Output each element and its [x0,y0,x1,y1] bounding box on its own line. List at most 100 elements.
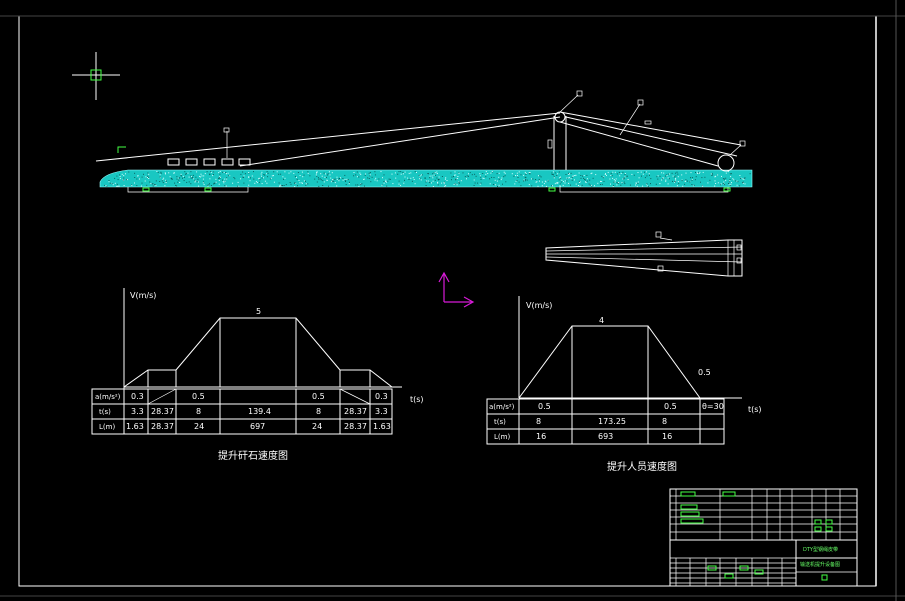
ground-speckle [402,171,404,173]
ground-speckle [159,176,161,178]
right-cell: 16 [662,432,672,441]
ground-speckle [408,172,410,174]
ground-speckle [693,184,695,186]
ground-speckle [334,178,336,180]
ground-speckle [238,185,240,187]
ground-speckle [123,177,125,179]
ground-speckle [147,172,149,174]
ground-speckle [336,185,338,187]
ground-speckle [353,175,355,177]
drawing-name-line2: 输送机提升设备图 [800,561,840,568]
ground-speckle [471,174,473,176]
ground-speckle [370,181,372,183]
ground-speckle [328,171,330,173]
ground-speckle [597,182,599,184]
ground-speckle [675,178,677,180]
ground-speckle [161,180,163,182]
right-end-speed: 0.5 [698,368,711,377]
ground-speckle [209,174,211,176]
ground-speckle [210,185,212,186]
ground-speckle [198,185,200,187]
ground-speckle [690,177,691,179]
ground-speckle [563,181,564,183]
ground-speckle [609,178,611,180]
ground-speckle [182,175,184,177]
ground-speckle [736,180,738,182]
ground-speckle [222,171,224,173]
ground-speckle [497,186,498,187]
ground-speckle [408,179,410,180]
ground-speckle [147,177,149,178]
ground-speckle [714,180,716,182]
ground-speckle [273,181,275,183]
ground-speckle [562,184,564,186]
ground-speckle [323,181,325,183]
ground-speckle [700,181,701,183]
ground-speckle [677,176,679,178]
ground-speckle [729,180,731,182]
cad-drawing-canvas[interactable]: V(m/s) t(s) 5 a(m/s²) t(s) L(m) 0.3 0.5 … [0,0,905,601]
ground-speckle [468,175,469,177]
callout-tag [736,244,742,251]
ground-speckle [500,179,502,181]
ground-speckle [603,180,605,182]
ground-speckle [528,172,530,174]
ground-speckle [326,174,328,176]
ground-speckle [742,182,744,184]
ground-speckle [552,171,554,173]
right-row-label: L(m) [494,433,510,441]
ground-speckle [368,172,370,174]
ground-speckle [479,175,481,177]
ground-speckle [128,171,130,173]
ground-speckle [200,173,202,175]
ground-speckle [575,183,577,185]
ground-speckle [616,182,618,183]
ground-speckle [347,179,349,181]
ground-speckle [586,178,588,180]
ground-speckle [446,180,448,181]
ground-speckle [116,175,118,177]
ground-speckle [677,181,679,182]
ground-speckle [721,175,722,177]
ground-speckle [477,182,479,184]
ground-speckle [397,173,399,175]
ground-speckle [108,180,110,181]
ground-speckle [164,185,166,187]
anchor-mark [723,187,731,192]
right-v-label: V(m/s) [526,301,552,310]
ground-speckle [380,171,382,173]
plan-rope [545,246,743,252]
ground-speckle [143,173,144,175]
ground-speckle [723,184,725,186]
title-block-stamp [754,569,764,575]
ground-speckle [163,177,165,179]
ground-speckle [642,173,644,175]
callout-tag [655,231,662,238]
ground-speckle [149,181,151,183]
ground-speckle [515,175,516,177]
ground-speckle [278,173,280,175]
ground-speckle [223,171,225,173]
ground-speckle [455,174,457,176]
ground-speckle [647,185,649,187]
ground-speckle [663,172,665,174]
ground-speckle [159,174,161,176]
right-cell: 0.5 [538,402,551,411]
ground-speckle [451,179,452,181]
ground-speckle [614,180,616,182]
ground-speckle [208,184,210,186]
left-cell: 3.3 [375,407,388,416]
ground-speckle [202,182,204,184]
ground-speckle [200,176,202,178]
ground-speckle [603,176,605,178]
ground-speckle [623,181,625,183]
right-speed-table: a(m/s²) t(s) L(m) 0.5 0.5 θ=30 8 173.25 … [486,398,725,445]
ground-speckle [222,180,224,182]
ground-speckle [574,175,576,176]
ground-speckle [112,184,114,186]
ground-speckle [444,178,446,180]
ground-speckle [572,175,574,177]
ground-speckle [584,179,586,181]
ground-speckle [197,181,199,183]
right-foundation [559,187,729,193]
